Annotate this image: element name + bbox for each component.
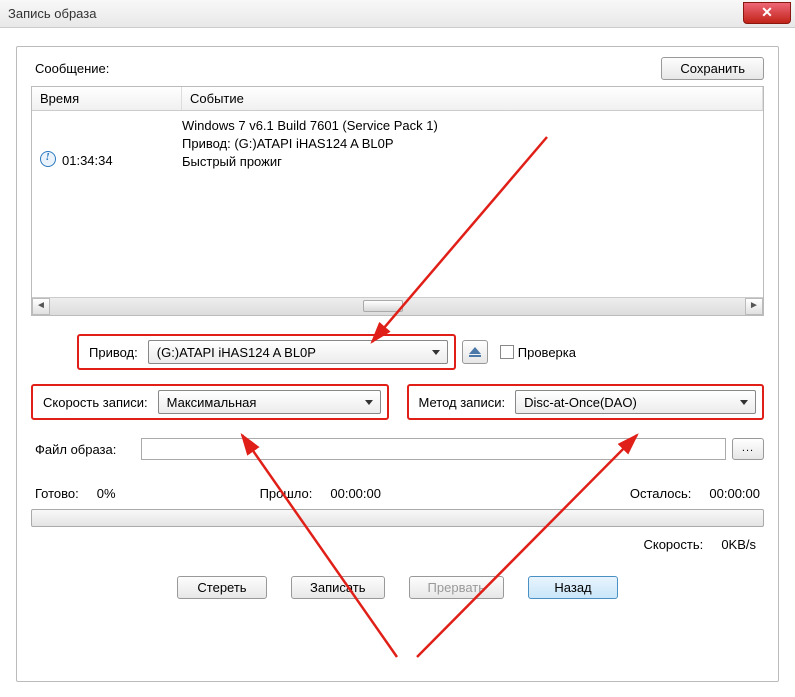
elapsed-value: 00:00:00 (330, 486, 381, 501)
log-time: 01:34:34 (62, 153, 113, 168)
drive-value: (G:)ATAPI iHAS124 A BL0P (157, 345, 316, 360)
speed-value: 0KB/s (721, 537, 756, 552)
speed-label: Скорость: (643, 537, 703, 552)
remaining-value: 00:00:00 (709, 486, 760, 501)
write-speed-label: Скорость записи: (39, 393, 152, 412)
write-speed-value: Максимальная (167, 395, 257, 410)
scroll-thumb[interactable] (363, 300, 403, 312)
log-header: Время Событие (32, 87, 763, 111)
info-icon (40, 151, 56, 167)
log-body: 01:34:34 Windows 7 v6.1 Build 7601 (Serv… (32, 111, 763, 297)
eject-icon (469, 347, 481, 354)
write-speed-highlight: Скорость записи: Максимальная (31, 384, 389, 420)
remaining-label: Осталось: (630, 486, 692, 501)
verify-checkbox-wrap[interactable]: Проверка (500, 345, 576, 360)
browse-button[interactable]: ... (732, 438, 764, 460)
back-button[interactable]: Назад (528, 576, 618, 599)
col-event[interactable]: Событие (182, 87, 763, 110)
write-method-label: Метод записи: (415, 393, 510, 412)
ready-value: 0% (97, 486, 116, 501)
window-title: Запись образа (8, 6, 96, 21)
log-line-2: Привод: (G:)ATAPI iHAS124 A BL0P (182, 135, 755, 153)
ready-label: Готово: (35, 486, 79, 501)
elapsed-label: Прошло: (260, 486, 313, 501)
log-line-3: Быстрый прожиг (182, 153, 755, 171)
save-button[interactable]: Сохранить (661, 57, 764, 80)
write-method-value: Disc-at-Once(DAO) (524, 395, 637, 410)
scroll-track[interactable] (50, 298, 745, 315)
write-speed-dropdown[interactable]: Максимальная (158, 390, 381, 414)
log-table: Время Событие 01:34:34 Windows 7 v6.1 Bu… (31, 86, 764, 316)
status-row: Готово: 0% Прошло: 00:00:00 Осталось: 00… (31, 486, 764, 501)
button-row: Стереть Записать Прервать Назад (31, 576, 764, 599)
log-time-cell: 01:34:34 (40, 117, 182, 291)
dialog-body: Сообщение: Сохранить Время Событие 01:34… (16, 46, 779, 682)
burn-button[interactable]: Записать (291, 576, 385, 599)
log-line-1: Windows 7 v6.1 Build 7601 (Service Pack … (182, 117, 755, 135)
verify-checkbox[interactable] (500, 345, 514, 359)
abort-button: Прервать (409, 576, 504, 599)
col-time[interactable]: Время (32, 87, 182, 110)
progress-bar (31, 509, 764, 527)
erase-button[interactable]: Стереть (177, 576, 267, 599)
image-file-label: Файл образа: (31, 440, 135, 459)
write-method-highlight: Метод записи: Disc-at-Once(DAO) (407, 384, 765, 420)
drive-dropdown[interactable]: (G:)ATAPI iHAS124 A BL0P (148, 340, 448, 364)
eject-button[interactable] (462, 340, 488, 364)
drive-highlight: Привод: (G:)ATAPI iHAS124 A BL0P (77, 334, 456, 370)
titlebar: Запись образа ✕ (0, 0, 795, 28)
close-button[interactable]: ✕ (743, 2, 791, 24)
horizontal-scrollbar[interactable]: ◄ ► (32, 297, 763, 315)
scroll-right-icon[interactable]: ► (745, 298, 763, 315)
write-method-dropdown[interactable]: Disc-at-Once(DAO) (515, 390, 756, 414)
log-event-cell: Windows 7 v6.1 Build 7601 (Service Pack … (182, 117, 755, 291)
image-file-input[interactable] (141, 438, 726, 460)
drive-label: Привод: (85, 343, 142, 362)
verify-label: Проверка (518, 345, 576, 360)
message-label: Сообщение: (31, 59, 113, 78)
scroll-left-icon[interactable]: ◄ (32, 298, 50, 315)
